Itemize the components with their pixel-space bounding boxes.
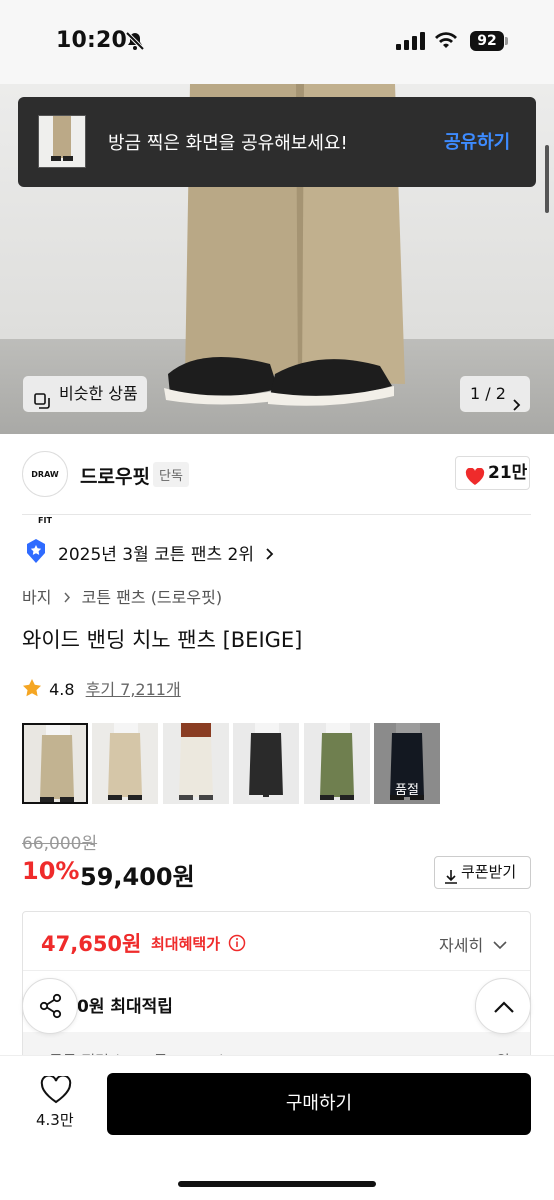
rank-badge-icon	[24, 538, 48, 568]
color-thumb-khaki[interactable]	[304, 723, 370, 804]
share-toast: 방금 찍은 화면을 공유해보세요! 공유하기	[18, 97, 536, 187]
chevron-down-icon	[493, 935, 507, 954]
status-time: 10:20	[56, 28, 128, 53]
mute-bell-icon	[124, 30, 146, 56]
color-thumb-navy-soldout[interactable]: 품절	[374, 723, 440, 804]
chevron-up-icon	[493, 999, 515, 1018]
download-icon	[444, 865, 458, 896]
breadcrumb-category[interactable]: 바지	[22, 588, 51, 607]
copy-icon	[34, 386, 50, 422]
divider	[23, 970, 530, 971]
share-action-button[interactable]: 공유하기	[444, 128, 510, 154]
max-points: 0원 최대적립	[77, 997, 173, 1017]
similar-products-label: 비슷한 상품	[59, 384, 138, 403]
share-button[interactable]	[22, 978, 78, 1034]
toast-message: 방금 찍은 화면을 공유해보세요!	[108, 133, 348, 154]
battery-cap	[505, 37, 508, 45]
pager-text: 1 / 2	[470, 384, 506, 403]
image-pager[interactable]: 1 / 2	[460, 376, 530, 412]
max-benefit-price: 47,650원	[41, 932, 142, 956]
benefit-detail-toggle[interactable]: 자세히	[439, 932, 507, 956]
reviews-link[interactable]: 후기 7,211개	[86, 680, 181, 699]
breadcrumb-subcategory[interactable]: 코튼 팬츠 (드로우핏)	[82, 588, 222, 607]
wishlist-count: 4.3만	[36, 1111, 74, 1129]
color-thumb-ivory[interactable]	[163, 723, 229, 804]
color-thumb-light-beige[interactable]	[92, 723, 158, 804]
share-icon	[38, 993, 64, 1023]
rating-row: 4.8 후기 7,211개	[22, 676, 181, 702]
rating-value: 4.8	[49, 680, 75, 699]
exclusive-badge: 단독	[153, 462, 189, 487]
chevron-right-icon	[265, 545, 274, 565]
brand-like-count: 21만	[488, 463, 528, 483]
color-thumb-beige[interactable]	[22, 723, 88, 804]
color-thumb-black[interactable]	[233, 723, 299, 804]
brand-like-button[interactable]: 21만	[455, 456, 530, 490]
ranking-link[interactable]: 2025년 3월 코튼 팬츠 2위	[58, 540, 274, 565]
toast-thumbnail	[38, 115, 86, 168]
brand-logo[interactable]: DRAW FIT	[22, 451, 68, 525]
sale-price: 59,400원	[80, 863, 195, 891]
scroll-top-button[interactable]	[475, 978, 531, 1034]
chevron-right-icon	[512, 388, 522, 424]
battery-level: 92	[470, 31, 504, 51]
status-bar: 10:20 92	[0, 0, 554, 84]
heart-filled-icon	[465, 465, 485, 497]
star-icon	[22, 678, 42, 702]
chevron-right-icon	[63, 588, 71, 607]
wifi-icon	[433, 30, 459, 54]
signal-icon	[396, 32, 426, 54]
color-options: 품절	[22, 723, 452, 805]
home-indicator	[178, 1181, 376, 1187]
wishlist-button[interactable]	[40, 1074, 72, 1108]
scrollbar[interactable]	[545, 145, 549, 213]
max-benefit-label: 최대혜택가	[151, 933, 246, 956]
brand-name[interactable]: 드로우핏	[80, 462, 150, 489]
coupon-button[interactable]: 쿠폰받기	[434, 856, 531, 889]
info-icon[interactable]	[228, 934, 246, 956]
buy-button[interactable]: 구매하기	[107, 1073, 531, 1135]
product-title: 와이드 밴딩 치노 팬츠 [BEIGE]	[22, 628, 303, 652]
benefit-box: 47,650원 최대혜택가 자세히 0원 최대적립 등급 적립 (LV.3 골드…	[22, 911, 531, 1071]
heart-outline-icon	[40, 1074, 72, 1104]
ranking-text: 2025년 3월 코튼 팬츠 2위	[58, 545, 254, 565]
discount-rate: 10%	[22, 857, 80, 885]
coupon-label: 쿠폰받기	[461, 863, 517, 881]
soldout-label: 품절	[395, 783, 419, 798]
breadcrumb: 바지 코튼 팬츠 (드로우핏)	[22, 584, 222, 608]
divider	[22, 514, 531, 515]
similar-products-button[interactable]: 비슷한 상품	[23, 376, 147, 412]
original-price: 66,000원	[22, 834, 98, 854]
